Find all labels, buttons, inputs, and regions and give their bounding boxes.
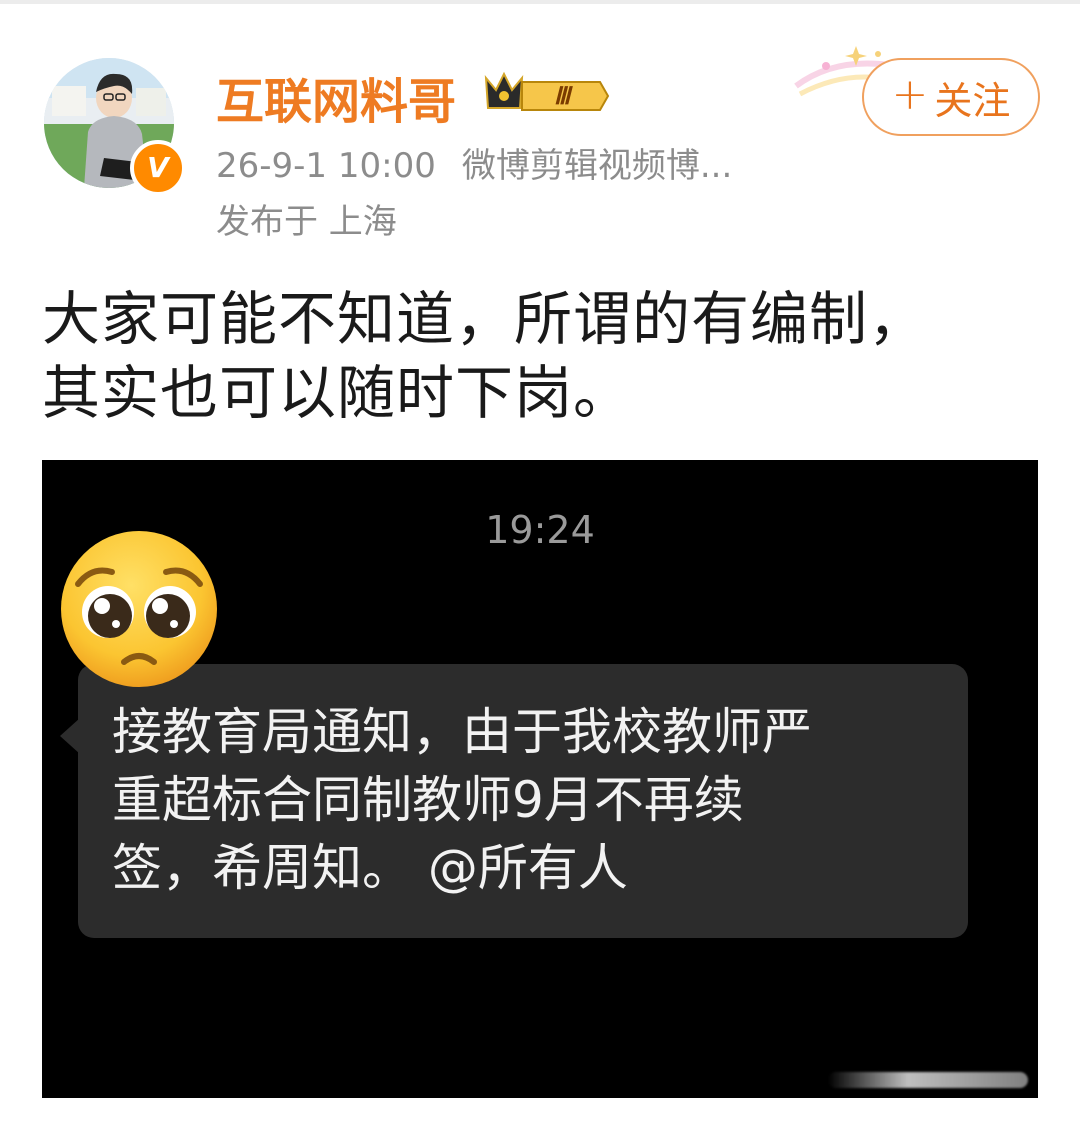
post-time: 26-9-1 10:00 [216,146,436,186]
message-line: 重超标合同制教师9月不再续 [112,771,744,829]
post-text: 大家可能不知道，所谓的有编制， 其实也可以随时下岗。 [42,282,1042,430]
message-line: 签，希周知。 @所有人 [112,839,628,897]
bubble-tail [60,718,80,754]
post-location: 发布于 上海 [216,202,397,242]
follow-button[interactable]: + 关注 [862,58,1040,136]
verified-badge-icon: V [130,140,186,196]
pleading-face-emoji-icon [61,531,217,687]
plus-icon: + [891,69,929,120]
follow-label: 关注 [934,78,1011,123]
image-watermark [828,1072,1028,1088]
message-line: 接教育局通知，由于我校教师严 [112,703,812,761]
post-meta: 26-9-1 10:00 微博剪辑视频博... [216,138,732,187]
post-image[interactable]: 19:24 接教育局通知，由于我校教师严 重超标合同制教师9月不再续 签，希周知… [42,460,1038,1098]
author-name[interactable]: 互联网料哥 [216,62,456,132]
crown-level-badge-icon: Ⅲ [484,71,610,111]
post-text-line: 其实也可以随时下岗。 [42,359,633,427]
message-text: 接教育局通知，由于我校教师严 重超标合同制教师9月不再续 签，希周知。 @所有人 [112,698,932,902]
post-text-line: 大家可能不知道，所谓的有编制， [42,285,928,353]
post-source[interactable]: 微博剪辑视频博... [462,146,732,186]
top-divider [0,0,1080,4]
